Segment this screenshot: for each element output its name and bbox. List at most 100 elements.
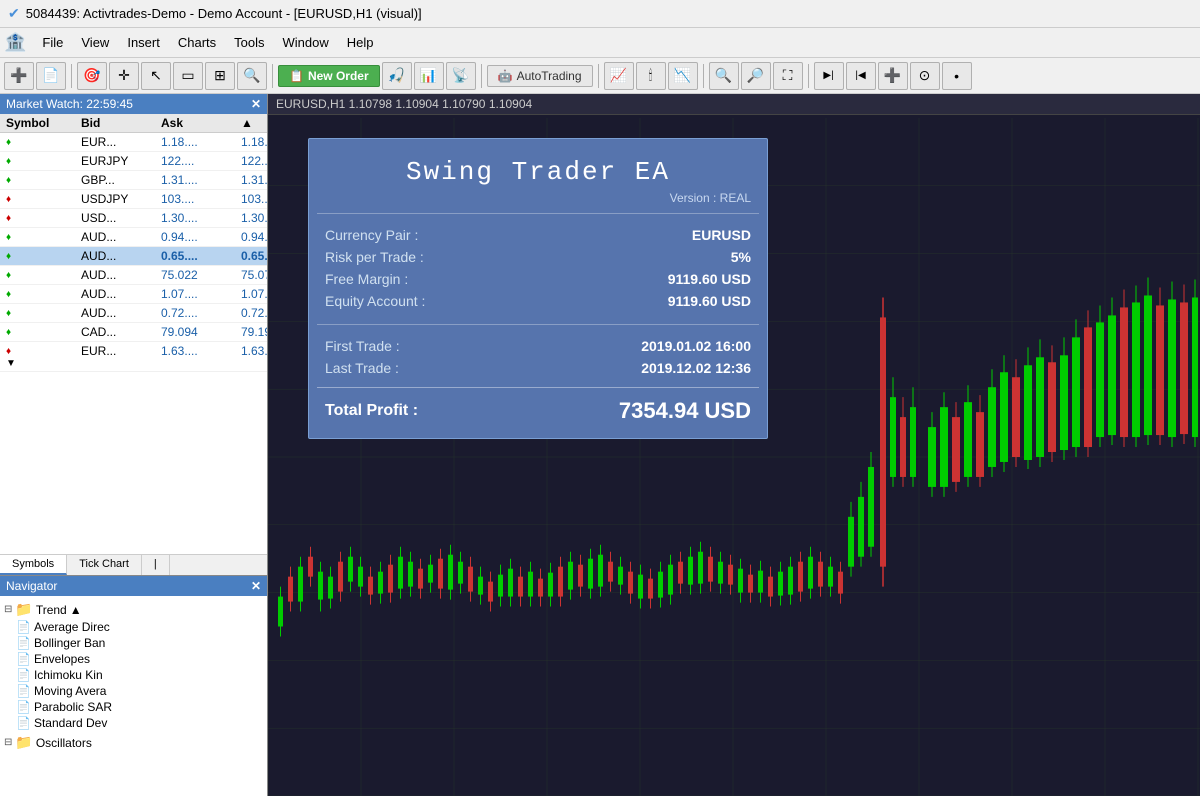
chart-header: EURUSD,H1 1.10798 1.10904 1.10790 1.1090…	[268, 94, 1200, 115]
market-watch-row[interactable]: ♦ AUD... 0.94.... 0.94...	[0, 228, 267, 247]
market-watch-row[interactable]: ♦ USDJPY 103.... 103....	[0, 190, 267, 209]
expand-icon: ⊟	[4, 737, 12, 748]
toolbar-doc[interactable]: 📄	[36, 62, 66, 90]
market-watch-column-headers: Symbol Bid Ask ▲	[0, 114, 267, 133]
bid-value: 1.18....	[161, 135, 241, 149]
nav-file-icon: 📄	[16, 668, 31, 682]
toolbar-plus-green[interactable]: ➕	[878, 62, 908, 90]
tab-symbols[interactable]: Symbols	[0, 555, 67, 575]
toolbar-full[interactable]: ⛶	[773, 62, 803, 90]
market-watch-row-selected[interactable]: ♦ AUD... 0.65.... 0.65...	[0, 247, 267, 266]
ask-value: 122....	[241, 154, 261, 168]
navigator-header: Navigator ✕	[0, 576, 267, 596]
toolbar-candle[interactable]: 🕯	[636, 62, 666, 90]
nav-root[interactable]: ⊟ 📁 Trend ▲	[4, 600, 263, 619]
toolbar-dot[interactable]: •	[942, 62, 972, 90]
market-watch-row[interactable]: ♦ USD... 1.30.... 1.30...	[0, 209, 267, 228]
nav-item[interactable]: 📄 Ichimoku Kin	[4, 667, 263, 683]
nav-item-label: Standard Dev	[34, 716, 107, 730]
market-watch-header: Market Watch: 22:59:45 ✕	[0, 94, 267, 114]
navigator-title: Navigator	[6, 579, 57, 593]
market-watch-row[interactable]: ♦ GBP... 1.31.... 1.31...	[0, 171, 267, 190]
ea-trades: First Trade : 2019.01.02 16:00 Last Trad…	[309, 325, 767, 387]
direction-icon: ♦	[6, 308, 81, 319]
symbol-name: CAD...	[81, 325, 161, 339]
market-watch-table: Symbol Bid Ask ▲ ♦ EUR... 1.18.... 1.18.…	[0, 114, 267, 554]
folder-icon: 📁	[15, 601, 32, 618]
ask-value: 75.071	[241, 268, 261, 282]
ea-equity-value: 9119.60 USD	[668, 293, 751, 309]
market-watch-row[interactable]: ♦ AUD... 1.07.... 1.07...	[0, 285, 267, 304]
ask-value: 1.07...	[241, 287, 261, 301]
toolbar-grid[interactable]: ⊞	[205, 62, 235, 90]
market-watch-close[interactable]: ✕	[251, 97, 261, 111]
menu-file[interactable]: File	[34, 33, 71, 52]
ea-equity-row: Equity Account : 9119.60 USD	[325, 290, 751, 312]
ea-first-trade-row: First Trade : 2019.01.02 16:00	[325, 335, 751, 357]
nav-file-icon: 📄	[16, 652, 31, 666]
auto-trading-button[interactable]: 🤖 AutoTrading	[487, 65, 593, 87]
menu-window[interactable]: Window	[275, 33, 337, 52]
navigator-close[interactable]: ✕	[251, 579, 261, 593]
direction-icon: ♦	[6, 251, 81, 262]
direction-icon: ♦	[6, 346, 81, 357]
bid-value: 1.63....	[161, 344, 241, 358]
toolbar-zoom-in[interactable]: 🔍	[709, 62, 739, 90]
navigator-content: ⊟ 📁 Trend ▲ 📄 Average Direc 📄 Bollinger …	[0, 596, 267, 796]
market-watch-row[interactable]: ♦ EURJPY 122.... 122....	[0, 152, 267, 171]
toolbar-arrow[interactable]: ↖	[141, 62, 171, 90]
market-watch-row[interactable]: ♦ AUD... 0.72.... 0.72...	[0, 304, 267, 323]
nav-oscillators[interactable]: ⊟ 📁 Oscillators	[4, 733, 263, 752]
menu-insert[interactable]: Insert	[119, 33, 168, 52]
market-watch-row[interactable]: ♦ EUR... 1.63.... 1.63... ▼	[0, 342, 267, 372]
bid-value: 1.07....	[161, 287, 241, 301]
ea-last-trade-label: Last Trade :	[325, 360, 399, 376]
toolbar-fish[interactable]: 🎣	[382, 62, 412, 90]
toolbar-target[interactable]: 🎯	[77, 62, 107, 90]
toolbar-circle[interactable]: ⊙	[910, 62, 940, 90]
nav-file-icon: 📄	[16, 636, 31, 650]
toolbar-green-plus[interactable]: ➕	[4, 62, 34, 90]
nav-item-parabolic[interactable]: 📄 Parabolic SAR	[4, 699, 263, 715]
menu-help[interactable]: Help	[339, 33, 382, 52]
toolbar-chart2[interactable]: 📊	[414, 62, 444, 90]
ea-panel: Swing Trader EA Version : REAL Currency …	[308, 138, 768, 439]
market-watch-row[interactable]: ♦ AUD... 75.022 75.071	[0, 266, 267, 285]
new-order-button[interactable]: 📋 New Order	[278, 65, 380, 87]
main-content: Market Watch: 22:59:45 ✕ Symbol Bid Ask …	[0, 94, 1200, 796]
ea-margin-row: Free Margin : 9119.60 USD	[325, 268, 751, 290]
toolbar-sep6	[808, 64, 809, 88]
nav-item[interactable]: 📄 Bollinger Ban	[4, 635, 263, 651]
new-order-icon: 📋	[289, 69, 304, 83]
toolbar-wifi[interactable]: 📡	[446, 62, 476, 90]
nav-item[interactable]: 📄 Standard Dev	[4, 715, 263, 731]
app-icon: 🏦	[4, 32, 26, 53]
toolbar-line-chart[interactable]: 📉	[668, 62, 698, 90]
chart-area: EURUSD,H1 1.10798 1.10904 1.10790 1.1090…	[268, 94, 1200, 796]
market-watch-row[interactable]: ♦ EUR... 1.18.... 1.18...	[0, 133, 267, 152]
nav-item[interactable]: 📄 Average Direc	[4, 619, 263, 635]
ask-value: 79.190	[241, 325, 261, 339]
toolbar-chart-bar[interactable]: 📈	[604, 62, 634, 90]
ea-profit-label: Total Profit :	[325, 402, 418, 420]
bid-value: 1.30....	[161, 211, 241, 225]
toolbar-zoom-out[interactable]: 🔎	[741, 62, 771, 90]
chart-canvas[interactable]: Swing Trader EA Version : REAL Currency …	[268, 118, 1200, 796]
bid-value: 1.31....	[161, 173, 241, 187]
toolbar-magnet[interactable]: 🔍	[237, 62, 267, 90]
menu-charts[interactable]: Charts	[170, 33, 224, 52]
toolbar-tf-m5[interactable]: |◀	[846, 62, 876, 90]
toolbar-sep1	[71, 64, 72, 88]
nav-item[interactable]: 📄 Envelopes	[4, 651, 263, 667]
nav-item[interactable]: 📄 Moving Avera	[4, 683, 263, 699]
menu-view[interactable]: View	[73, 33, 117, 52]
ea-risk-label: Risk per Trade :	[325, 249, 424, 265]
toolbar-tf-m1[interactable]: ▶|	[814, 62, 844, 90]
nav-file-icon: 📄	[16, 684, 31, 698]
market-watch-row[interactable]: ♦ CAD... 79.094 79.190	[0, 323, 267, 342]
tab-tick-chart[interactable]: Tick Chart	[67, 555, 142, 575]
toolbar-crosshair[interactable]: ✛	[109, 62, 139, 90]
toolbar-rect[interactable]: ▭	[173, 62, 203, 90]
ea-last-trade-row: Last Trade : 2019.12.02 12:36	[325, 357, 751, 379]
menu-tools[interactable]: Tools	[226, 33, 272, 52]
